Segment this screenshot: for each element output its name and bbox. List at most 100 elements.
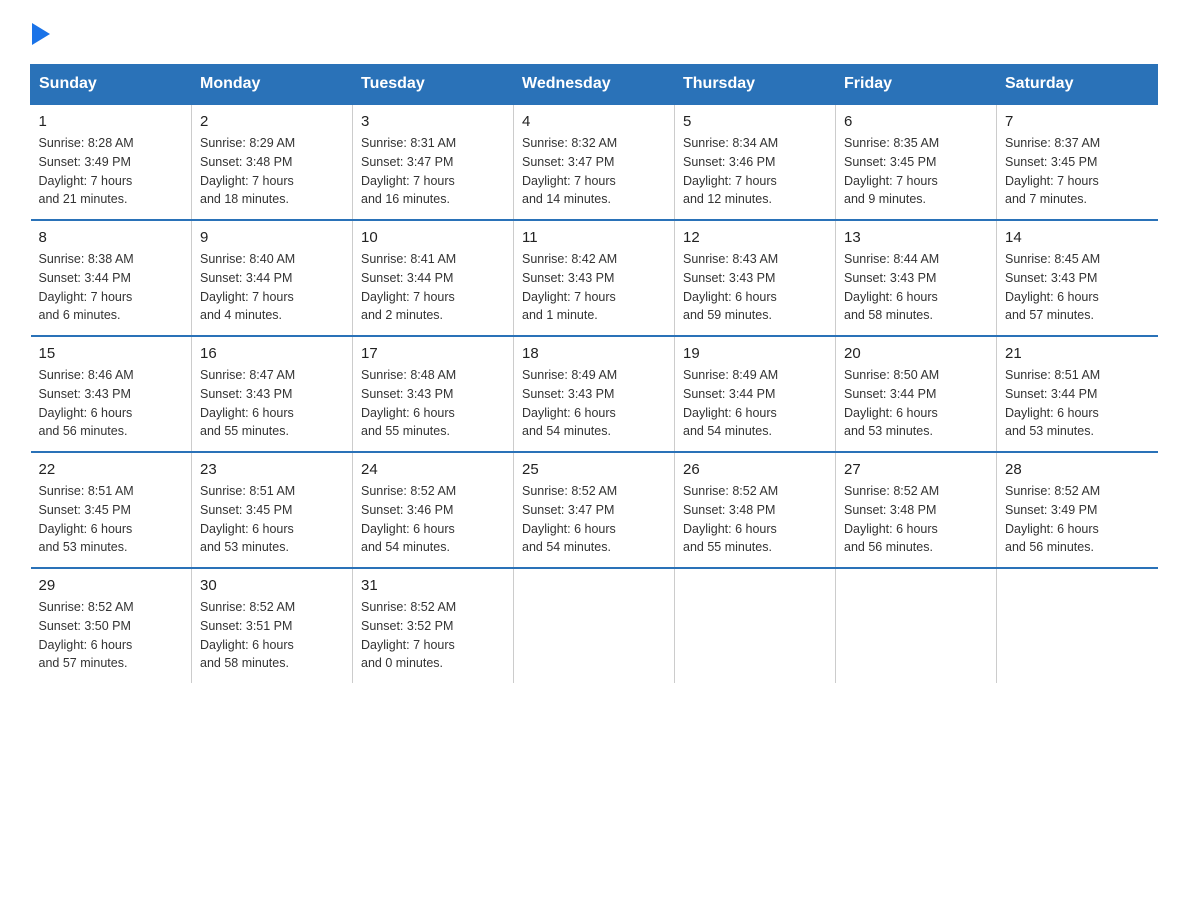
calendar-cell: 17 Sunrise: 8:48 AMSunset: 3:43 PMDaylig… [353,336,514,452]
day-number: 17 [361,345,505,362]
weekday-header-monday: Monday [192,65,353,105]
day-info: Sunrise: 8:46 AMSunset: 3:43 PMDaylight:… [39,366,184,441]
weekday-header-row: SundayMondayTuesdayWednesdayThursdayFrid… [31,65,1158,105]
week-row-3: 15 Sunrise: 8:46 AMSunset: 3:43 PMDaylig… [31,336,1158,452]
day-number: 20 [844,345,988,362]
calendar-cell: 27 Sunrise: 8:52 AMSunset: 3:48 PMDaylig… [836,452,997,568]
calendar-cell: 3 Sunrise: 8:31 AMSunset: 3:47 PMDayligh… [353,104,514,220]
calendar-cell: 11 Sunrise: 8:42 AMSunset: 3:43 PMDaylig… [514,220,675,336]
weekday-header-tuesday: Tuesday [353,65,514,105]
calendar-cell: 26 Sunrise: 8:52 AMSunset: 3:48 PMDaylig… [675,452,836,568]
day-number: 24 [361,461,505,478]
day-info: Sunrise: 8:40 AMSunset: 3:44 PMDaylight:… [200,250,344,325]
week-row-4: 22 Sunrise: 8:51 AMSunset: 3:45 PMDaylig… [31,452,1158,568]
day-info: Sunrise: 8:52 AMSunset: 3:52 PMDaylight:… [361,598,505,673]
day-info: Sunrise: 8:41 AMSunset: 3:44 PMDaylight:… [361,250,505,325]
calendar-cell: 1 Sunrise: 8:28 AMSunset: 3:49 PMDayligh… [31,104,192,220]
calendar-cell: 22 Sunrise: 8:51 AMSunset: 3:45 PMDaylig… [31,452,192,568]
day-info: Sunrise: 8:51 AMSunset: 3:45 PMDaylight:… [39,482,184,557]
calendar-cell: 19 Sunrise: 8:49 AMSunset: 3:44 PMDaylig… [675,336,836,452]
day-info: Sunrise: 8:48 AMSunset: 3:43 PMDaylight:… [361,366,505,441]
day-number: 7 [1005,113,1150,130]
day-number: 5 [683,113,827,130]
week-row-2: 8 Sunrise: 8:38 AMSunset: 3:44 PMDayligh… [31,220,1158,336]
day-number: 30 [200,577,344,594]
day-info: Sunrise: 8:42 AMSunset: 3:43 PMDaylight:… [522,250,666,325]
calendar-cell: 7 Sunrise: 8:37 AMSunset: 3:45 PMDayligh… [997,104,1158,220]
day-number: 29 [39,577,184,594]
day-number: 21 [1005,345,1150,362]
day-number: 23 [200,461,344,478]
day-info: Sunrise: 8:44 AMSunset: 3:43 PMDaylight:… [844,250,988,325]
day-number: 16 [200,345,344,362]
calendar-cell: 28 Sunrise: 8:52 AMSunset: 3:49 PMDaylig… [997,452,1158,568]
day-info: Sunrise: 8:52 AMSunset: 3:47 PMDaylight:… [522,482,666,557]
calendar-cell: 15 Sunrise: 8:46 AMSunset: 3:43 PMDaylig… [31,336,192,452]
calendar-cell: 24 Sunrise: 8:52 AMSunset: 3:46 PMDaylig… [353,452,514,568]
day-info: Sunrise: 8:52 AMSunset: 3:51 PMDaylight:… [200,598,344,673]
week-row-1: 1 Sunrise: 8:28 AMSunset: 3:49 PMDayligh… [31,104,1158,220]
day-number: 18 [522,345,666,362]
day-info: Sunrise: 8:51 AMSunset: 3:45 PMDaylight:… [200,482,344,557]
calendar-cell: 20 Sunrise: 8:50 AMSunset: 3:44 PMDaylig… [836,336,997,452]
day-info: Sunrise: 8:38 AMSunset: 3:44 PMDaylight:… [39,250,184,325]
day-info: Sunrise: 8:52 AMSunset: 3:48 PMDaylight:… [844,482,988,557]
calendar-cell: 29 Sunrise: 8:52 AMSunset: 3:50 PMDaylig… [31,568,192,683]
calendar-cell [675,568,836,683]
day-info: Sunrise: 8:29 AMSunset: 3:48 PMDaylight:… [200,134,344,209]
day-number: 15 [39,345,184,362]
calendar-cell: 23 Sunrise: 8:51 AMSunset: 3:45 PMDaylig… [192,452,353,568]
calendar-table: SundayMondayTuesdayWednesdayThursdayFrid… [30,64,1158,683]
calendar-cell: 4 Sunrise: 8:32 AMSunset: 3:47 PMDayligh… [514,104,675,220]
day-number: 22 [39,461,184,478]
day-info: Sunrise: 8:31 AMSunset: 3:47 PMDaylight:… [361,134,505,209]
day-info: Sunrise: 8:51 AMSunset: 3:44 PMDaylight:… [1005,366,1150,441]
day-info: Sunrise: 8:35 AMSunset: 3:45 PMDaylight:… [844,134,988,209]
day-info: Sunrise: 8:37 AMSunset: 3:45 PMDaylight:… [1005,134,1150,209]
day-number: 6 [844,113,988,130]
logo [30,20,50,44]
calendar-cell: 5 Sunrise: 8:34 AMSunset: 3:46 PMDayligh… [675,104,836,220]
week-row-5: 29 Sunrise: 8:52 AMSunset: 3:50 PMDaylig… [31,568,1158,683]
calendar-cell: 16 Sunrise: 8:47 AMSunset: 3:43 PMDaylig… [192,336,353,452]
day-info: Sunrise: 8:34 AMSunset: 3:46 PMDaylight:… [683,134,827,209]
calendar-cell [514,568,675,683]
day-number: 27 [844,461,988,478]
day-number: 1 [39,113,184,130]
day-number: 2 [200,113,344,130]
calendar-cell: 13 Sunrise: 8:44 AMSunset: 3:43 PMDaylig… [836,220,997,336]
weekday-header-wednesday: Wednesday [514,65,675,105]
calendar-cell: 12 Sunrise: 8:43 AMSunset: 3:43 PMDaylig… [675,220,836,336]
day-number: 13 [844,229,988,246]
calendar-cell: 21 Sunrise: 8:51 AMSunset: 3:44 PMDaylig… [997,336,1158,452]
day-number: 12 [683,229,827,246]
day-info: Sunrise: 8:49 AMSunset: 3:43 PMDaylight:… [522,366,666,441]
day-number: 25 [522,461,666,478]
day-number: 8 [39,229,184,246]
day-info: Sunrise: 8:32 AMSunset: 3:47 PMDaylight:… [522,134,666,209]
calendar-cell: 9 Sunrise: 8:40 AMSunset: 3:44 PMDayligh… [192,220,353,336]
calendar-cell: 18 Sunrise: 8:49 AMSunset: 3:43 PMDaylig… [514,336,675,452]
calendar-cell: 25 Sunrise: 8:52 AMSunset: 3:47 PMDaylig… [514,452,675,568]
day-info: Sunrise: 8:45 AMSunset: 3:43 PMDaylight:… [1005,250,1150,325]
day-number: 11 [522,229,666,246]
calendar-cell: 8 Sunrise: 8:38 AMSunset: 3:44 PMDayligh… [31,220,192,336]
day-info: Sunrise: 8:52 AMSunset: 3:49 PMDaylight:… [1005,482,1150,557]
day-info: Sunrise: 8:43 AMSunset: 3:43 PMDaylight:… [683,250,827,325]
day-info: Sunrise: 8:52 AMSunset: 3:50 PMDaylight:… [39,598,184,673]
day-number: 10 [361,229,505,246]
page-header [30,20,1158,44]
calendar-cell [997,568,1158,683]
logo-arrow-icon [32,23,50,45]
day-number: 3 [361,113,505,130]
day-number: 31 [361,577,505,594]
day-number: 19 [683,345,827,362]
day-number: 9 [200,229,344,246]
weekday-header-sunday: Sunday [31,65,192,105]
day-number: 28 [1005,461,1150,478]
day-info: Sunrise: 8:28 AMSunset: 3:49 PMDaylight:… [39,134,184,209]
day-info: Sunrise: 8:50 AMSunset: 3:44 PMDaylight:… [844,366,988,441]
weekday-header-friday: Friday [836,65,997,105]
day-info: Sunrise: 8:49 AMSunset: 3:44 PMDaylight:… [683,366,827,441]
calendar-cell: 2 Sunrise: 8:29 AMSunset: 3:48 PMDayligh… [192,104,353,220]
